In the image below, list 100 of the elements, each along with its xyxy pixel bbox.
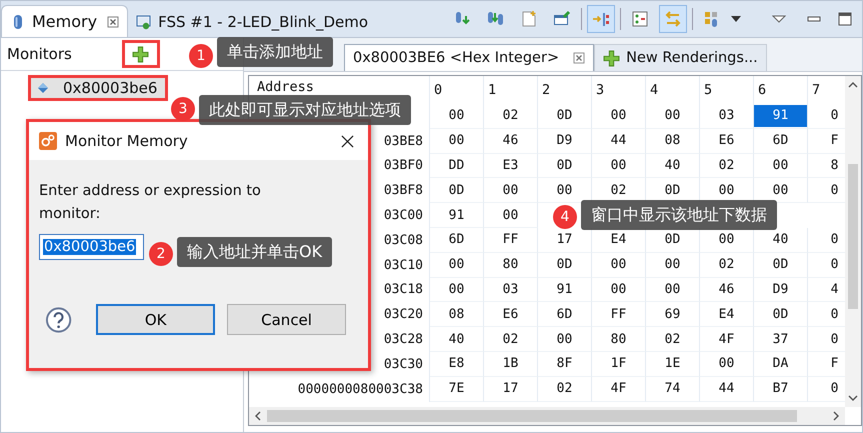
memory-cell[interactable]: 46 (700, 278, 753, 300)
memory-cell[interactable]: 91 (430, 204, 483, 226)
memory-cell[interactable]: 6D (430, 228, 483, 251)
minimize-icon[interactable] (807, 15, 821, 23)
memory-cell[interactable]: 91 (538, 278, 591, 300)
memory-cell[interactable]: 0 (808, 303, 845, 326)
memory-cell[interactable]: D9 (754, 278, 807, 300)
scroll-up-icon[interactable] (848, 82, 858, 88)
memory-cell[interactable]: 00 (538, 328, 591, 350)
memory-cell[interactable]: 0D (754, 254, 807, 276)
memory-cell[interactable]: 40 (430, 328, 483, 350)
horizontal-scrollbar[interactable] (249, 407, 845, 425)
memory-cell[interactable]: F (808, 352, 845, 375)
memory-cell[interactable]: E6 (484, 303, 537, 326)
memory-cell[interactable]: 08 (430, 303, 483, 326)
memory-cell[interactable]: FF (484, 228, 537, 251)
memory-cell[interactable]: 00 (700, 228, 753, 251)
memory-cell[interactable]: 00 (538, 179, 591, 202)
memory-cell[interactable]: DD (430, 154, 483, 176)
memory-cell[interactable]: 02 (538, 378, 591, 400)
memory-cell[interactable]: 00 (430, 105, 483, 127)
memory-cell[interactable]: 0D (430, 179, 483, 202)
memory-cell[interactable]: 00 (430, 278, 483, 300)
memory-cell[interactable]: 74 (646, 378, 699, 400)
memory-cell[interactable]: 0 (808, 378, 845, 400)
memory-cell[interactable]: 69 (646, 303, 699, 326)
memory-cell[interactable]: 0 (808, 105, 845, 127)
scroll-right-icon[interactable] (833, 411, 839, 421)
memory-cell[interactable]: E6 (700, 130, 753, 152)
memory-cell[interactable]: D9 (538, 130, 591, 152)
memory-cell[interactable]: 0 (808, 328, 845, 350)
memory-cell[interactable]: 46 (484, 130, 537, 152)
memory-cell[interactable]: 00 (646, 254, 699, 276)
memory-cell[interactable]: 6D (754, 130, 807, 152)
memory-cell[interactable]: 00 (754, 179, 807, 202)
memory-cell[interactable]: 00 (430, 254, 483, 276)
memory-cell[interactable]: 4 (808, 278, 845, 300)
memory-cell[interactable]: 0 (808, 254, 845, 276)
memory-cell[interactable]: 00 (700, 352, 753, 375)
memory-cell[interactable]: 8 (808, 154, 845, 176)
link-tool-button[interactable] (587, 5, 615, 33)
view-menu-icon[interactable] (772, 15, 786, 23)
memory-cell[interactable]: 6D (538, 303, 591, 326)
rendering-tab[interactable]: New Renderings... (594, 44, 767, 71)
memory-cell[interactable]: B7 (754, 378, 807, 400)
memory-cell[interactable]: 80 (592, 328, 645, 350)
memory-cell[interactable]: 02 (646, 328, 699, 350)
memory-cell[interactable]: 00 (484, 204, 537, 226)
dialog-button[interactable]: OK (96, 304, 216, 335)
memory-cell[interactable]: 7E (430, 378, 483, 400)
address-field[interactable]: 0x80003be6 (39, 234, 144, 260)
memory-cell[interactable]: 03 (700, 105, 753, 127)
close-icon[interactable] (341, 134, 354, 148)
memory-cell[interactable]: 4F (592, 378, 645, 400)
vertical-scrollbar[interactable] (845, 76, 861, 407)
scroll-left-icon[interactable] (255, 411, 261, 421)
memory-cell[interactable]: 80 (484, 254, 537, 276)
memory-cell[interactable]: 00 (646, 105, 699, 127)
memory-cell[interactable]: E4 (592, 228, 645, 251)
memory-cell[interactable]: 17 (538, 228, 591, 251)
memory-cell[interactable]: 0D (754, 303, 807, 326)
memory-cell[interactable]: 37 (754, 328, 807, 350)
memory-cell[interactable]: 1F (592, 352, 645, 375)
memory-cell[interactable]: 08 (646, 130, 699, 152)
dropdown-caret-icon[interactable] (731, 16, 741, 22)
memory-cell[interactable]: 00 (592, 278, 645, 300)
memory-cell[interactable]: 0D (646, 179, 699, 202)
memory-cell[interactable]: 44 (700, 378, 753, 400)
memory-cell[interactable]: 00 (592, 254, 645, 276)
memory-cell[interactable]: 00 (700, 179, 753, 202)
view-tab[interactable]: FSS #1 - 2-LED_Blink_Demo (128, 6, 376, 37)
memory-cell[interactable]: 40 (646, 154, 699, 176)
memory-cell[interactable]: F (808, 130, 845, 152)
memory-cell[interactable]: 00 (592, 105, 645, 127)
memory-cell[interactable]: 00 (484, 179, 537, 202)
memory-cell[interactable]: E4 (700, 303, 753, 326)
monitor-item[interactable]: 0x80003be6 (31, 78, 166, 98)
add-icon[interactable] (132, 46, 150, 62)
memory-cell[interactable]: 0D (538, 154, 591, 176)
memory-cell[interactable]: 44 (592, 130, 645, 152)
memory-cell[interactable]: 0 (808, 228, 845, 251)
memory-cell[interactable]: 02 (700, 154, 753, 176)
maximize-icon[interactable] (838, 12, 852, 26)
memory-cell[interactable]: 4F (700, 328, 753, 350)
memory-cell[interactable]: 0D (538, 254, 591, 276)
memory-cell[interactable]: 0D (646, 228, 699, 251)
help-icon[interactable] (45, 306, 72, 334)
memory-cell[interactable]: 40 (754, 228, 807, 251)
memory-cell[interactable]: 02 (700, 254, 753, 276)
rendering-tab[interactable]: 0x80003BE6 <Hex Integer> (344, 44, 594, 71)
scroll-down-icon[interactable] (848, 395, 858, 401)
memory-cell[interactable]: 91 (754, 105, 807, 127)
memory-cell[interactable]: 1E (646, 352, 699, 375)
memory-cell[interactable]: 8F (538, 352, 591, 375)
memory-cell[interactable]: 1B (484, 352, 537, 375)
dialog-button[interactable]: Cancel (227, 304, 346, 335)
memory-cell[interactable]: E8 (430, 352, 483, 375)
view-tab[interactable]: Memory (1, 5, 128, 37)
memory-cell[interactable]: 0 (808, 179, 845, 202)
memory-cell[interactable]: 02 (484, 328, 537, 350)
